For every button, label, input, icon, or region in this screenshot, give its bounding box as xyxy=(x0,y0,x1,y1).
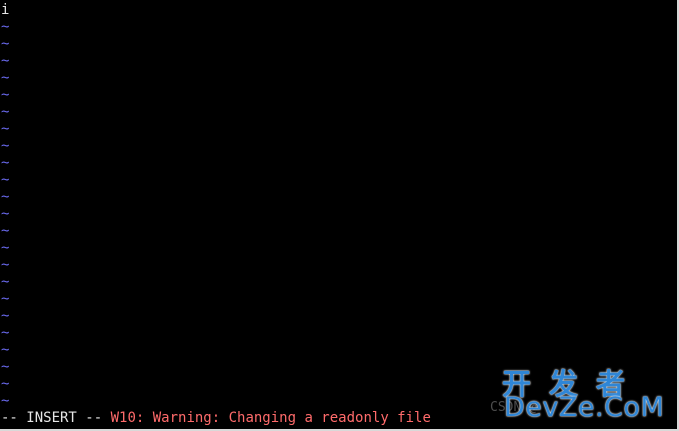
empty-lines: ~ ~ ~ ~ ~ ~ ~ ~ ~ ~ ~ ~ ~ ~ ~ ~ ~ ~ ~ ~ ~ ~ ~ xyxy=(0,19,677,410)
empty-line-tilde: ~ xyxy=(1,36,10,52)
empty-line-tilde: ~ xyxy=(1,70,10,86)
empty-line-tilde: ~ xyxy=(1,53,10,69)
editor-buffer[interactable]: i ~ ~ ~ ~ ~ ~ ~ ~ ~ ~ ~ ~ ~ ~ ~ ~ ~ ~ ~ ~ ~ ~ ~ xyxy=(0,2,677,410)
empty-line-tilde: ~ xyxy=(1,189,10,205)
empty-line-tilde: ~ xyxy=(1,121,10,137)
empty-line-tilde: ~ xyxy=(1,223,10,239)
status-line: -- INSERT -- W10: Warning: Changing a re… xyxy=(0,409,431,427)
empty-line-tilde: ~ xyxy=(1,19,10,35)
empty-line-tilde: ~ xyxy=(1,257,10,273)
empty-line-tilde: ~ xyxy=(1,393,10,409)
empty-line-tilde: ~ xyxy=(1,172,10,188)
insert-mode-indicator: -- INSERT -- xyxy=(1,410,103,426)
empty-line-tilde: ~ xyxy=(1,87,10,103)
empty-line-tilde: ~ xyxy=(1,359,10,375)
empty-line-tilde: ~ xyxy=(1,291,10,307)
vim-terminal-window[interactable]: i ~ ~ ~ ~ ~ ~ ~ ~ ~ ~ ~ ~ ~ ~ ~ ~ ~ ~ ~ ~ ~ ~ ~ -- INSERT -- W… xyxy=(0,0,679,431)
readonly-warning-message: W10: Warning: Changing a readonly file xyxy=(110,410,431,426)
empty-line-tilde: ~ xyxy=(1,155,10,171)
empty-line-tilde: ~ xyxy=(1,104,10,120)
empty-line-tilde: ~ xyxy=(1,376,10,392)
empty-line-tilde: ~ xyxy=(1,274,10,290)
empty-line-tilde: ~ xyxy=(1,342,10,358)
empty-line-tilde: ~ xyxy=(1,240,10,256)
empty-line-tilde: ~ xyxy=(1,138,10,154)
buffer-line-1: i xyxy=(1,2,10,18)
empty-line-tilde: ~ xyxy=(1,325,10,341)
empty-line-tilde: ~ xyxy=(1,206,10,222)
empty-line-tilde: ~ xyxy=(1,308,10,324)
